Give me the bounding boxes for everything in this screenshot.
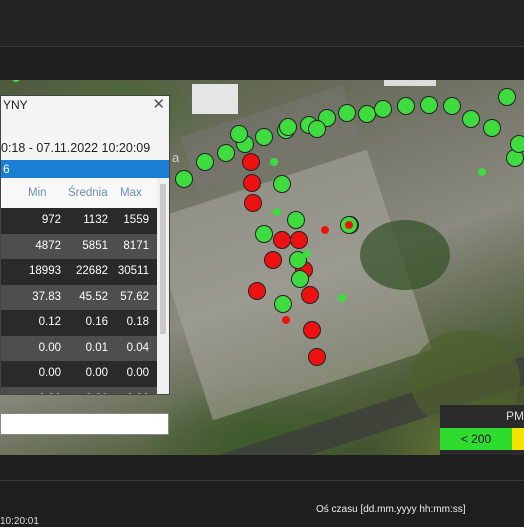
- cell-avg: 0.01: [85, 341, 108, 354]
- measurement-point-good[interactable]: [291, 270, 309, 288]
- measurement-point-good[interactable]: [255, 225, 273, 243]
- measurement-point-good[interactable]: [374, 100, 392, 118]
- column-header-avg[interactable]: Średnia: [68, 187, 108, 199]
- measurement-point-good[interactable]: [443, 97, 461, 115]
- date-range: 0:18 - 07.11.2022 10:20:09: [1, 114, 169, 160]
- measurement-point-good[interactable]: [230, 125, 248, 143]
- cell-min: 18993: [29, 265, 61, 277]
- measurement-point-good[interactable]: [270, 158, 278, 166]
- cell-max: 0.18: [126, 316, 149, 328]
- top-toolbar: [0, 0, 524, 47]
- measurement-point-bad[interactable]: [290, 231, 308, 249]
- cell-min: 4872: [35, 239, 61, 252]
- measurement-point-good[interactable]: [462, 110, 480, 128]
- statistics-panel: YNY ✕ 0:18 - 07.11.2022 10:20:09 6 Min Ś…: [0, 95, 170, 395]
- cell-max: 1559: [123, 214, 149, 226]
- cell-min: 0.00: [38, 367, 61, 379]
- measurement-point-good[interactable]: [338, 104, 356, 122]
- table-row[interactable]: 0.00 0.00 0.00: [1, 361, 159, 386]
- legend-title: PM: [506, 409, 524, 423]
- measurement-point-good[interactable]: [196, 153, 214, 171]
- measurement-point-bad[interactable]: [301, 286, 319, 304]
- panel-title: YNY: [1, 96, 169, 114]
- measurement-point-good[interactable]: [273, 175, 291, 193]
- time-axis-label: Oś czasu [dd.mm.yyyy hh:mm:ss]: [316, 504, 466, 515]
- cell-avg: 0.16: [85, 316, 108, 328]
- filter-input[interactable]: [0, 413, 169, 435]
- column-header-min[interactable]: Min: [28, 187, 47, 199]
- measurement-point-good[interactable]: [175, 170, 193, 188]
- measurement-point-good[interactable]: [12, 80, 20, 82]
- cell-avg: 5851: [82, 239, 108, 252]
- cell-max: 57.62: [120, 290, 149, 303]
- measurement-point-bad[interactable]: [243, 174, 261, 192]
- measurement-point-good[interactable]: [510, 135, 524, 153]
- table-row[interactable]: 0.000.000.00: [1, 386, 159, 395]
- scrollbar-thumb[interactable]: [160, 184, 166, 334]
- cell-min: 972: [41, 214, 61, 226]
- table-row[interactable]: 4872 5851 8171: [1, 233, 159, 259]
- measurement-point-bad[interactable]: [273, 231, 291, 249]
- selected-item[interactable]: 6: [1, 160, 169, 178]
- measurement-point-good[interactable]: [498, 88, 516, 106]
- cell-max: 8171: [123, 239, 149, 252]
- column-header-max[interactable]: Max: [120, 187, 142, 199]
- cell-min: 0.00: [38, 341, 61, 354]
- measurement-point-good[interactable]: [303, 250, 311, 258]
- map-tree-cluster: [360, 220, 450, 290]
- cell-min: 37.83: [32, 290, 61, 303]
- cell-max: 0.00: [109, 393, 149, 395]
- measurement-point-good[interactable]: [274, 295, 292, 313]
- cell-avg: 1132: [83, 214, 108, 226]
- measurement-point-bad[interactable]: [345, 221, 353, 229]
- measurement-point-good[interactable]: [483, 119, 501, 137]
- table-row[interactable]: 0.00 0.01 0.04: [1, 335, 159, 361]
- cell-max: 0.00: [126, 367, 149, 379]
- legend-yellow-range: [512, 428, 524, 450]
- cell-max: 0.04: [126, 341, 149, 354]
- close-icon[interactable]: ✕: [152, 96, 165, 114]
- measurement-point-bad[interactable]: [248, 282, 266, 300]
- measurement-point-bad[interactable]: [264, 251, 282, 269]
- table-row[interactable]: 37.83 45.52 57.62: [1, 284, 159, 310]
- measurement-point-good[interactable]: [308, 120, 326, 138]
- measurement-point-good[interactable]: [287, 211, 305, 229]
- pm-legend: PM < 200: [440, 405, 524, 455]
- measurement-point-good[interactable]: [255, 128, 273, 146]
- cell-avg: 0.00: [68, 393, 108, 395]
- measurement-point-bad[interactable]: [282, 316, 290, 324]
- map-street-label: a: [172, 150, 180, 165]
- cell-avg: 0.00: [85, 367, 108, 379]
- measurement-point-good[interactable]: [279, 118, 297, 136]
- measurement-point-bad[interactable]: [242, 153, 260, 171]
- measurement-point-bad[interactable]: [303, 321, 321, 339]
- table-row[interactable]: 18993 22682 30511: [1, 259, 159, 284]
- measurement-point-good[interactable]: [478, 168, 486, 176]
- time-tick-label: 10:20:01: [0, 516, 39, 527]
- measurement-point-bad[interactable]: [244, 194, 262, 212]
- cell-min: 0.00: [21, 393, 61, 395]
- measurement-point-good[interactable]: [273, 208, 281, 216]
- cell-min: 0.12: [38, 316, 61, 328]
- legend-green-range: < 200: [440, 428, 512, 450]
- panel-scrollbar[interactable]: [157, 178, 169, 394]
- measurement-point-good[interactable]: [338, 294, 346, 302]
- table-row[interactable]: 0.12 0.16 0.18: [1, 310, 159, 335]
- cell-avg: 22682: [76, 265, 108, 277]
- measurement-point-good[interactable]: [217, 144, 235, 162]
- measurement-point-bad[interactable]: [308, 348, 326, 366]
- timeline-panel: [0, 480, 524, 525]
- redacted-area: [192, 84, 238, 114]
- cell-max: 30511: [117, 265, 149, 277]
- table-row[interactable]: 972 1132 1559: [1, 208, 159, 233]
- cell-avg: 45.52: [79, 290, 108, 303]
- measurement-point-good[interactable]: [420, 96, 438, 114]
- table-header: Min Średnia Max: [1, 178, 159, 208]
- measurement-point-good[interactable]: [397, 97, 415, 115]
- measurement-point-bad[interactable]: [321, 226, 329, 234]
- redacted-area: [384, 80, 436, 86]
